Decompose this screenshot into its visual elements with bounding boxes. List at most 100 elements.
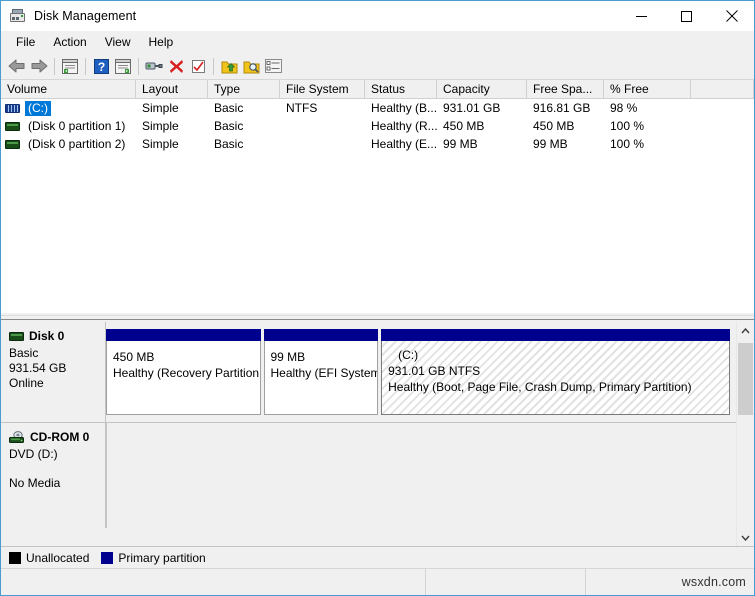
help-icon[interactable]: ? [90,55,112,77]
menu-action[interactable]: Action [44,32,95,52]
watermark: wsxdn.com [586,575,754,589]
toolbar: ? [1,53,754,80]
menu-help[interactable]: Help [140,32,183,52]
disk-management-window: Disk Management File Action View Help ? … [0,0,755,596]
partition-size: 931.01 GB NTFS [388,364,481,378]
scroll-down-icon[interactable] [737,529,754,546]
toolbar-separator [138,57,139,75]
legend-unallocated-swatch [9,551,21,564]
cdrom-name: CD-ROM 0 [30,430,90,444]
graphical-view-pane: Disk 0 Basic 931.54 GB Online 450 MB Hea… [1,321,754,546]
disk-info-cdrom0[interactable]: CD-ROM 0 DVD (D:) No Media [1,423,106,528]
column-header-percent-free[interactable]: % Free [604,80,691,99]
status-pane-2 [426,569,586,595]
partition-block-c[interactable]: (C:) 931.01 GB NTFS Healthy (Boot, Page … [381,329,730,415]
cell-layout: Simple [142,118,179,133]
check-disk-icon[interactable] [187,55,209,77]
rescan-disks-icon[interactable] [218,55,240,77]
menu-bar: File Action View Help [1,31,754,53]
partition-color-bar [263,329,379,341]
table-row[interactable]: (Disk 0 partition 1) Simple Basic Health… [1,117,754,135]
cell-layout: Simple [142,136,179,151]
maximize-button[interactable] [664,1,709,31]
disk-info-disk0[interactable]: Disk 0 Basic 931.54 GB Online [1,322,106,422]
delete-icon[interactable] [165,55,187,77]
disk-size: 931.54 GB [9,361,67,375]
partition-status: Healthy (Boot, Page File, Crash Dump, Pr… [388,380,692,394]
disk-row-disk0[interactable]: Disk 0 Basic 931.54 GB Online 450 MB Hea… [1,322,736,423]
menu-view[interactable]: View [96,32,140,52]
cell-type: Basic [214,118,244,133]
disk-title: Disk 0 [9,330,105,343]
scrollbar-track[interactable] [737,339,754,529]
column-header-volume[interactable]: Volume [1,80,136,99]
legend-primary-swatch [101,551,114,564]
back-icon[interactable] [6,55,28,77]
table-row[interactable]: (Disk 0 partition 2) Simple Basic Health… [1,135,754,153]
partition-map: 450 MB Healthy (Recovery Partition 99 MB… [106,322,736,422]
volume-name: (C:) [25,100,51,116]
column-header-status[interactable]: Status [365,80,437,99]
cell-volume[interactable]: (Disk 0 partition 2) [1,137,136,152]
partition-details: (C:) 931.01 GB NTFS Healthy (Boot, Page … [381,341,730,415]
cell-percent-free: 100 % [610,118,645,133]
partition-block-efi[interactable]: 99 MB Healthy (EFI System [263,329,379,415]
forward-icon[interactable] [28,55,50,77]
toolbar-separator [54,57,55,75]
list-view-icon[interactable] [262,55,284,77]
pane-splitter[interactable] [1,313,754,321]
disk-icon [9,332,24,341]
table-row[interactable]: (C:) Simple Basic NTFS Healthy (B... 931… [1,99,754,117]
cdrom-title: CD-ROM 0 [9,431,105,444]
cell-percent-free: 98 % [610,100,638,115]
partition-status: Healthy (EFI System [270,366,379,380]
cell-capacity: 931.01 GB [443,100,501,115]
volume-icon [5,139,20,149]
cdrom-state: No Media [9,476,61,490]
disk-type: Basic [9,346,39,360]
cell-type: Basic [214,100,244,115]
show-hide-console-tree-icon[interactable] [59,55,81,77]
column-header-file-system[interactable]: File System [280,80,365,99]
volume-list-header: Volume Layout Type File System Status Ca… [1,80,754,99]
close-button[interactable] [709,1,754,31]
minimize-button[interactable] [619,1,664,31]
partition-block-recovery[interactable]: 450 MB Healthy (Recovery Partition [106,329,261,415]
cell-status: Healthy (R... [371,118,437,133]
column-header-free-space[interactable]: Free Spa... [527,80,604,99]
partition-label: (C:) [398,348,419,362]
cell-volume[interactable]: (C:) [1,100,136,116]
cdrom-empty-area [106,423,736,528]
volume-selected-icon [5,103,20,113]
menu-file[interactable]: File [7,32,44,52]
show-hide-action-pane-icon[interactable] [112,55,134,77]
graphical-view-scrollbar[interactable] [736,322,754,546]
volume-icon [5,121,20,131]
cdrom-icon [9,431,26,444]
cell-file-system: NTFS [286,100,318,115]
cell-free-space: 450 MB [533,118,575,133]
properties-icon[interactable] [143,55,165,77]
column-header-type[interactable]: Type [208,80,280,99]
scrollbar-thumb[interactable] [738,343,753,415]
cell-layout: Simple [142,100,179,115]
cell-free-space: 916.81 GB [533,100,591,115]
legend-primary-label: Primary partition [118,550,206,565]
window-title: Disk Management [34,9,137,23]
scroll-up-icon[interactable] [737,322,754,339]
partition-color-bar [381,329,730,341]
disk-row-cdrom0[interactable]: CD-ROM 0 DVD (D:) No Media [1,423,736,528]
cell-percent-free: 100 % [610,136,645,151]
volume-name: (Disk 0 partition 1) [28,118,126,133]
toolbar-separator [213,57,214,75]
cell-volume[interactable]: (Disk 0 partition 1) [1,119,136,134]
legend-unallocated: Unallocated [9,551,89,565]
disk-management-icon [9,8,27,24]
column-header-layout[interactable]: Layout [136,80,208,99]
column-header-capacity[interactable]: Capacity [437,80,527,99]
cell-status: Healthy (E... [371,136,437,151]
toolbar-separator [85,57,86,75]
search-folder-icon[interactable] [240,55,262,77]
partition-status: Healthy (Recovery Partition [113,366,260,380]
partition-details: 99 MB Healthy (EFI System [263,341,379,415]
